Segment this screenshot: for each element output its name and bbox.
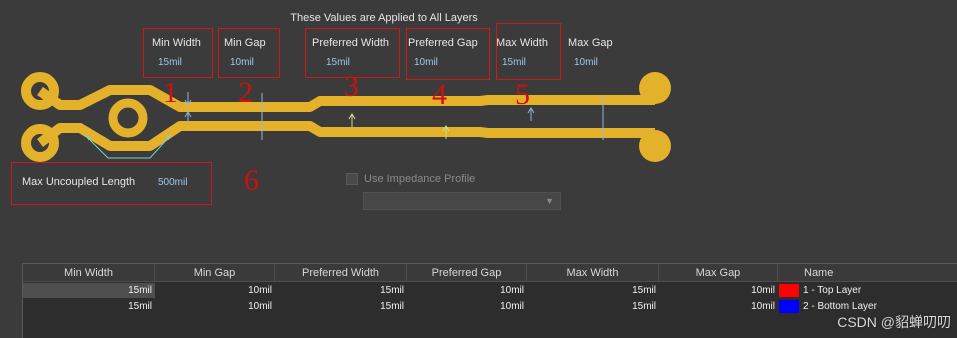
column-header-max-gap[interactable]: Max Gap — [659, 264, 778, 282]
max-gap-label: Max Gap — [568, 37, 613, 49]
column-header-preferred-gap[interactable]: Preferred Gap — [407, 264, 527, 282]
column-header-max-width[interactable]: Max Width — [527, 264, 659, 282]
cell-min-width[interactable]: 15mil — [23, 299, 155, 314]
cell-max-width[interactable]: 15mil — [527, 283, 659, 298]
annotation-number-4: 4 — [432, 78, 447, 111]
column-header-preferred-width[interactable]: Preferred Width — [275, 264, 407, 282]
all-layers-banner: These Values are Applied to All Layers — [290, 12, 478, 24]
column-header-min-width[interactable]: Min Width — [23, 264, 155, 282]
annotation-number-1: 1 — [163, 76, 178, 109]
cell-preferred-width[interactable]: 15mil — [275, 283, 407, 298]
annotation-box-1 — [143, 28, 213, 78]
cell-max-gap[interactable]: 10mil — [659, 299, 778, 314]
cell-max-width[interactable]: 15mil — [527, 299, 659, 314]
right-pad-top — [639, 72, 671, 104]
cell-min-gap[interactable]: 10mil — [155, 299, 275, 314]
use-impedance-profile-label: Use Impedance Profile — [364, 173, 476, 185]
layer-name: 1 - Top Layer — [803, 285, 862, 296]
layer-color-swatch — [779, 300, 799, 313]
annotation-number-6: 6 — [244, 164, 259, 197]
cell-max-gap[interactable]: 10mil — [659, 283, 778, 298]
annotation-box-2 — [218, 28, 280, 78]
column-header-min-gap[interactable]: Min Gap — [155, 264, 275, 282]
annotation-box-5 — [496, 23, 561, 80]
annotation-number-3: 3 — [344, 70, 359, 103]
annotation-box-4 — [406, 28, 490, 80]
watermark: CSDN @貂蝉叨叨 — [837, 314, 951, 330]
use-impedance-profile-checkbox[interactable] — [346, 173, 358, 185]
column-header-name[interactable]: Name — [778, 264, 957, 282]
annotation-number-5: 5 — [515, 78, 530, 111]
cell-min-gap[interactable]: 10mil — [155, 283, 275, 298]
cell-preferred-gap[interactable]: 10mil — [407, 283, 527, 298]
cell-preferred-width[interactable]: 15mil — [275, 299, 407, 314]
max-gap-value[interactable]: 10mil — [574, 57, 598, 68]
cell-min-width[interactable]: 15mil — [23, 283, 155, 298]
layer-rules-table: Min Width Min Gap Preferred Width Prefer… — [22, 263, 957, 338]
annotation-number-2: 2 — [238, 76, 253, 109]
dropdown-arrow-icon: ▼ — [545, 196, 554, 206]
annotation-box-6 — [11, 162, 212, 205]
cell-preferred-gap[interactable]: 10mil — [407, 299, 527, 314]
impedance-profile-select[interactable]: ▼ — [363, 192, 561, 210]
right-pad-bottom — [639, 130, 671, 162]
center-via — [108, 98, 148, 138]
layer-color-swatch — [779, 284, 799, 297]
